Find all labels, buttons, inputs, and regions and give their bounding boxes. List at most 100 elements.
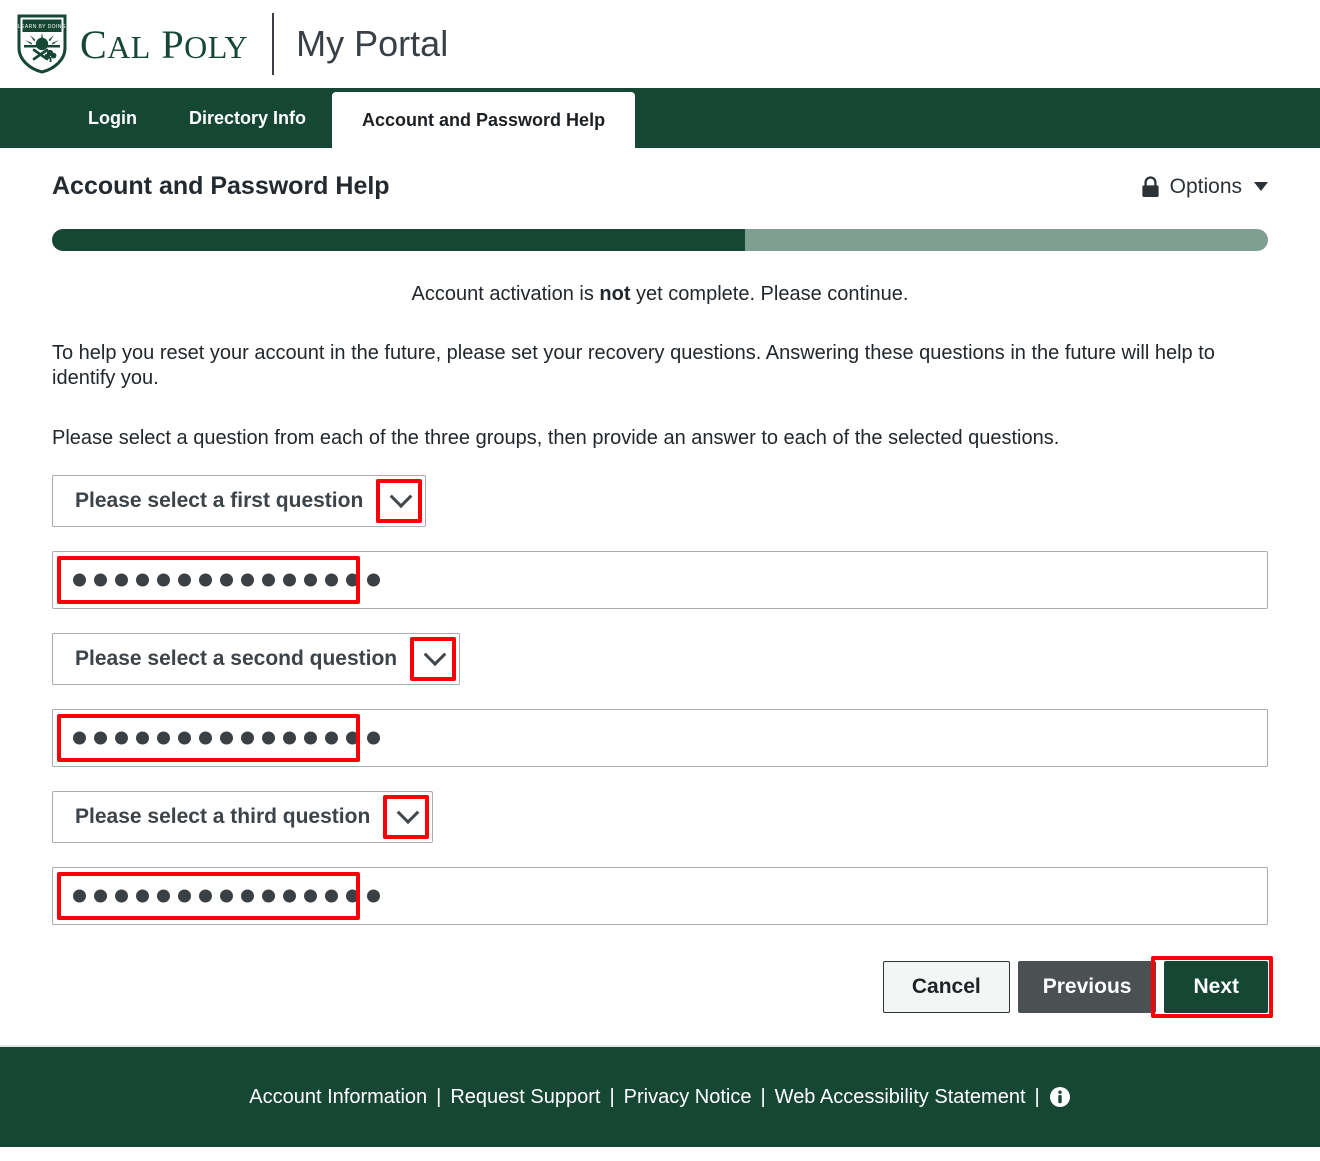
masked-character-dot xyxy=(283,731,296,745)
masked-character-dot xyxy=(220,573,233,587)
next-button-wrapper: Next xyxy=(1151,956,1273,1018)
answer-1-input[interactable] xyxy=(52,551,1268,609)
wordmark-cal-rest: AL xyxy=(107,28,151,65)
question-2-chevron-cell[interactable] xyxy=(410,634,459,684)
masked-character-dot xyxy=(262,889,275,903)
site-footer: Account Information | Request Support | … xyxy=(0,1047,1320,1147)
masked-character-dot xyxy=(136,573,149,587)
masked-character-dot xyxy=(283,889,296,903)
main-content: Account and Password Help Options Accoun… xyxy=(0,148,1320,1045)
masked-character-dot xyxy=(220,889,233,903)
chevron-down-icon xyxy=(1254,182,1268,191)
answer-2-masked-value xyxy=(73,731,380,745)
nav-item-login[interactable]: Login xyxy=(62,88,163,148)
masked-character-dot xyxy=(199,573,212,587)
instructions-paragraph-2: Please select a question from each of th… xyxy=(52,427,1060,449)
masked-character-dot xyxy=(199,889,212,903)
masked-character-dot xyxy=(136,889,149,903)
footer-link-web-accessibility-statement[interactable]: Web Accessibility Statement xyxy=(775,1086,1026,1109)
cal-poly-wordmark: CAL POLY xyxy=(80,21,248,68)
lock-icon xyxy=(1141,175,1160,198)
cal-poly-shield-icon: LEARN BY DOING xyxy=(16,14,68,74)
masked-character-dot xyxy=(346,731,359,745)
masked-character-dot xyxy=(346,573,359,587)
question-2-label: Please select a second question xyxy=(75,647,398,670)
masked-character-dot xyxy=(94,573,107,587)
answer-3-input[interactable] xyxy=(52,867,1268,925)
page-title: Account and Password Help xyxy=(52,172,390,200)
masked-character-dot xyxy=(157,573,170,587)
previous-button[interactable]: Previous xyxy=(1017,961,1157,1013)
masked-character-dot xyxy=(73,889,86,903)
wordmark-cal-initial: C xyxy=(80,21,108,67)
question-3-chevron-cell[interactable] xyxy=(383,792,432,842)
masked-character-dot xyxy=(241,731,254,745)
status-emphasis: not xyxy=(599,283,631,305)
footer-separator: | xyxy=(1034,1085,1040,1108)
activation-progress-bar xyxy=(52,229,1268,251)
masked-character-dot xyxy=(136,731,149,745)
masked-character-dot xyxy=(325,573,338,587)
question-3-row: Please select a third question xyxy=(52,791,1268,843)
answer-3-masked-value xyxy=(73,889,380,903)
masked-character-dot xyxy=(94,731,107,745)
chevron-down-icon xyxy=(396,801,420,825)
brand-header: LEARN BY DOING CAL POLY My Portal xyxy=(0,0,1320,88)
svg-text:LEARN BY DOING: LEARN BY DOING xyxy=(18,24,66,30)
masked-character-dot xyxy=(241,573,254,587)
question-1-select[interactable]: Please select a first question xyxy=(52,475,427,527)
info-circle-icon[interactable] xyxy=(1049,1086,1071,1108)
answer-1-masked-value xyxy=(73,573,380,587)
masked-character-dot xyxy=(73,573,86,587)
progress-fill xyxy=(52,229,746,251)
masked-character-dot xyxy=(220,731,233,745)
answer-1-row xyxy=(52,551,1268,609)
question-1-chevron-cell[interactable] xyxy=(376,476,425,526)
masked-character-dot xyxy=(73,731,86,745)
masked-character-dot xyxy=(115,573,128,587)
masked-character-dot xyxy=(325,731,338,745)
question-3-label: Please select a third question xyxy=(75,805,371,828)
masked-character-dot xyxy=(178,889,191,903)
answer-2-input[interactable] xyxy=(52,709,1268,767)
question-2-select[interactable]: Please select a second question xyxy=(52,633,461,685)
footer-link-request-support[interactable]: Request Support xyxy=(450,1086,600,1109)
masked-character-dot xyxy=(346,889,359,903)
wordmark-poly-rest: OLY xyxy=(184,28,249,65)
cancel-button[interactable]: Cancel xyxy=(882,961,1010,1013)
footer-separator: | xyxy=(436,1085,442,1108)
chevron-down-icon xyxy=(389,485,413,509)
footer-link-account-information[interactable]: Account Information xyxy=(249,1086,427,1109)
masked-character-dot xyxy=(241,889,254,903)
footer-links: Account Information | Request Support | … xyxy=(249,1086,1070,1109)
masked-character-dot xyxy=(178,731,191,745)
masked-character-dot xyxy=(199,731,212,745)
question-1-label: Please select a first question xyxy=(75,489,364,512)
footer-link-privacy-notice[interactable]: Privacy Notice xyxy=(624,1086,752,1109)
question-2-row: Please select a second question xyxy=(52,633,1268,685)
activation-status-text: Account activation is not yet complete. … xyxy=(52,283,1268,306)
footer-separator: | xyxy=(760,1085,766,1108)
instructions-paragraph-1: To help you reset your account in the fu… xyxy=(52,342,1215,389)
nav-item-account-and-password-help[interactable]: Account and Password Help xyxy=(332,92,636,148)
masked-character-dot xyxy=(304,731,317,745)
masked-character-dot xyxy=(304,573,317,587)
question-3-select[interactable]: Please select a third question xyxy=(52,791,434,843)
brand-divider xyxy=(272,13,275,75)
masked-character-dot xyxy=(304,889,317,903)
status-suffix: yet complete. Please continue. xyxy=(630,283,909,305)
portal-subtitle: My Portal xyxy=(296,23,449,64)
options-menu[interactable]: Options xyxy=(1141,175,1268,199)
next-button[interactable]: Next xyxy=(1164,961,1268,1013)
primary-navigation: Login Directory Info Account and Passwor… xyxy=(0,88,1320,148)
options-label: Options xyxy=(1169,174,1242,198)
masked-character-dot xyxy=(115,731,128,745)
masked-character-dot xyxy=(283,573,296,587)
nav-item-directory-info[interactable]: Directory Info xyxy=(163,88,332,148)
masked-character-dot xyxy=(262,573,275,587)
masked-character-dot xyxy=(157,889,170,903)
wordmark-poly-initial: P xyxy=(161,21,185,67)
footer-separator: | xyxy=(609,1085,615,1108)
masked-character-dot xyxy=(367,731,380,745)
question-1-row: Please select a first question xyxy=(52,475,1268,527)
